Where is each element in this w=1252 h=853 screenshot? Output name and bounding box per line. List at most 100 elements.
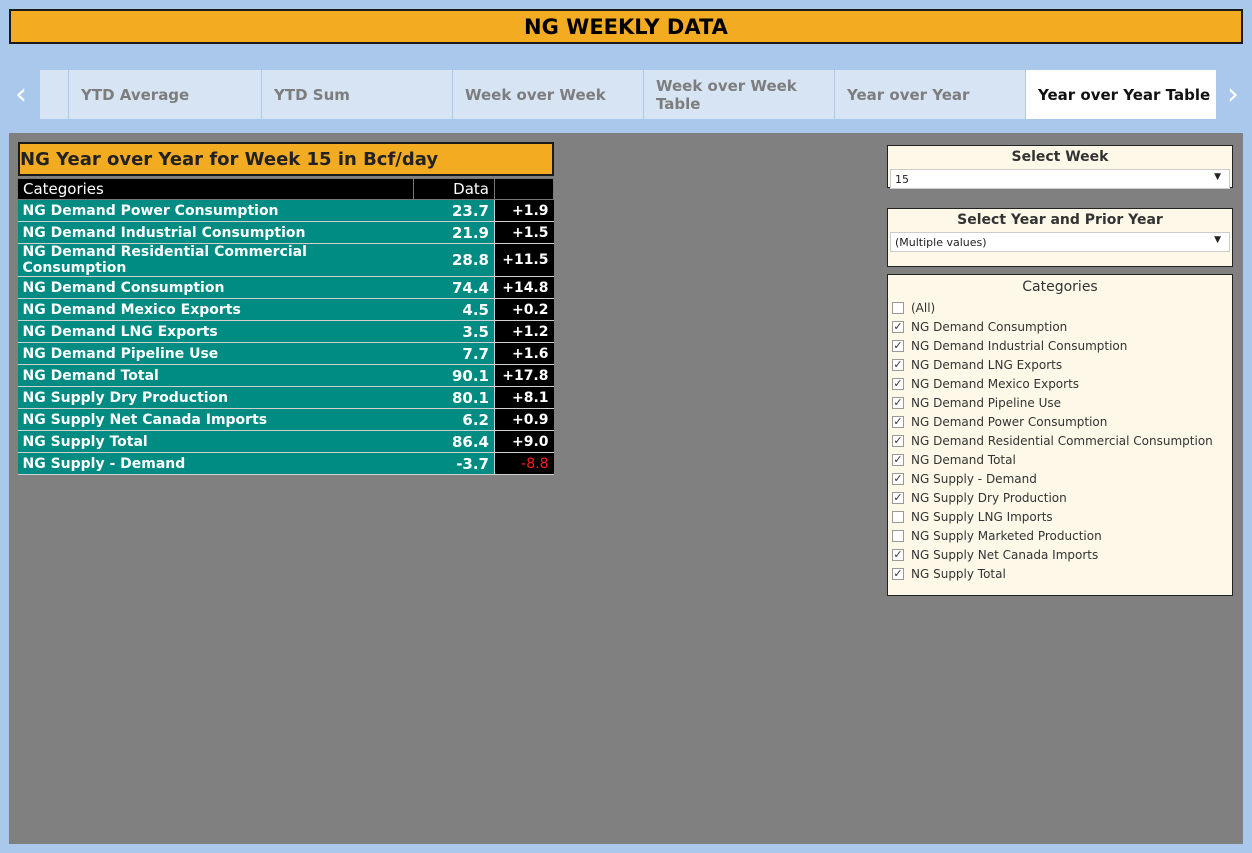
row-category[interactable]: NG Supply Dry Production [17, 386, 414, 409]
checkbox-checked-icon[interactable]: ✓ [892, 358, 904, 371]
dropdown-arrow-icon: ▼ [1214, 172, 1221, 182]
category-checkbox-item[interactable]: ✓ NG Demand LNG Exports [888, 355, 1232, 374]
row-category[interactable]: NG Demand Total [17, 364, 414, 387]
tab-label: YTD Sum [274, 85, 350, 104]
tab-blank[interactable] [40, 70, 68, 119]
row-category[interactable]: NG Demand Residential Commercial Consump… [17, 243, 414, 277]
table-row: NG Demand Power Consumption 23.7 +1.9 [17, 199, 554, 222]
row-change[interactable]: +1.5 [494, 221, 554, 244]
row-category[interactable]: NG Supply - Demand [17, 452, 414, 475]
category-checkbox-item[interactable]: ✓ NG Demand Power Consumption [888, 412, 1232, 431]
table-row: NG Demand LNG Exports 3.5 +1.2 [17, 320, 554, 343]
row-value[interactable]: -3.7 [413, 452, 495, 475]
category-checkbox-item[interactable]: ✓ NG Demand Residential Commercial Consum… [888, 431, 1232, 450]
checkbox-unchecked-icon[interactable] [892, 529, 904, 542]
tab-week-over-week-table[interactable]: Week over Week Table [644, 70, 834, 119]
row-value[interactable]: 3.5 [413, 320, 495, 343]
select-year-title: Select Year and Prior Year [957, 212, 1163, 228]
row-change[interactable]: +17.8 [494, 364, 554, 387]
row-value[interactable]: 7.7 [413, 342, 495, 365]
row-category[interactable]: NG Demand Industrial Consumption [17, 221, 414, 244]
tab-label: Year over Year [847, 85, 970, 104]
table-title-text: NG Year over Year for Week 15 in Bcf/day [20, 148, 439, 170]
dashboard-canvas: NG Year over Year for Week 15 in Bcf/day… [9, 133, 1243, 844]
categories-checkbox-list: (All) ✓ NG Demand Consumption ✓ NG Demand In… [888, 298, 1232, 583]
category-checkbox-item[interactable]: ✓ NG Supply - Demand [888, 469, 1232, 488]
row-category[interactable]: NG Demand Mexico Exports [17, 298, 414, 321]
tab-bar: ‹ YTD Average YTD Sum Week over Week Wee… [0, 70, 1252, 120]
tab-scroll-left-icon[interactable]: ‹ [6, 70, 36, 120]
category-checkbox-item[interactable]: ✓ NG Supply Net Canada Imports [888, 545, 1232, 564]
row-change[interactable]: +8.1 [494, 386, 554, 409]
row-value[interactable]: 80.1 [413, 386, 495, 409]
category-checkbox-item[interactable]: (All) [888, 298, 1232, 317]
select-year-value: (Multiple values) [895, 235, 987, 249]
select-week-dropdown[interactable]: 15 ▼ [890, 169, 1230, 189]
category-checkbox-label: (All) [911, 300, 936, 315]
row-category[interactable]: NG Demand Power Consumption [17, 199, 414, 222]
category-checkbox-item[interactable]: ✓ NG Demand Total [888, 450, 1232, 469]
checkbox-checked-icon[interactable]: ✓ [892, 339, 904, 352]
checkbox-checked-icon[interactable]: ✓ [892, 567, 904, 580]
category-checkbox-item[interactable]: NG Supply Marketed Production [888, 526, 1232, 545]
row-value[interactable]: 90.1 [413, 364, 495, 387]
dropdown-arrow-icon: ▼ [1214, 235, 1221, 245]
checkbox-checked-icon[interactable]: ✓ [892, 434, 904, 447]
tab-year-over-year-table[interactable]: Year over Year Table [1026, 70, 1216, 119]
checkbox-checked-icon[interactable]: ✓ [892, 415, 904, 428]
category-checkbox-item[interactable]: ✓ NG Demand Pipeline Use [888, 393, 1232, 412]
tab-scroll-right-icon[interactable]: › [1218, 70, 1248, 120]
row-value[interactable]: 21.9 [413, 221, 495, 244]
dashboard-title: NG WEEKLY DATA [524, 14, 728, 39]
row-value[interactable]: 4.5 [413, 298, 495, 321]
select-year-dropdown[interactable]: (Multiple values) ▼ [890, 232, 1230, 252]
row-value[interactable]: 23.7 [413, 199, 495, 222]
checkbox-unchecked-icon[interactable] [892, 301, 904, 314]
row-change[interactable]: +11.5 [494, 243, 554, 277]
checkbox-checked-icon[interactable]: ✓ [892, 396, 904, 409]
category-checkbox-item[interactable]: ✓ NG Demand Mexico Exports [888, 374, 1232, 393]
checkbox-checked-icon[interactable]: ✓ [892, 472, 904, 485]
checkbox-checked-icon[interactable]: ✓ [892, 320, 904, 333]
table-header-row: Categories Data [17, 178, 554, 200]
column-header-categories[interactable]: Categories [17, 178, 414, 200]
row-change[interactable]: +1.6 [494, 342, 554, 365]
row-category[interactable]: NG Demand LNG Exports [17, 320, 414, 343]
category-checkbox-item[interactable]: NG Supply LNG Imports [888, 507, 1232, 526]
row-change[interactable]: +1.2 [494, 320, 554, 343]
checkbox-checked-icon[interactable]: ✓ [892, 491, 904, 504]
column-header-data[interactable]: Data [413, 178, 495, 200]
category-checkbox-item[interactable]: ✓ NG Supply Total [888, 564, 1232, 583]
tab-ytd-sum[interactable]: YTD Sum [262, 70, 452, 119]
checkbox-checked-icon[interactable]: ✓ [892, 548, 904, 561]
checkbox-checked-icon[interactable]: ✓ [892, 453, 904, 466]
row-change[interactable]: +14.8 [494, 276, 554, 299]
table-row: NG Supply Total 86.4 +9.0 [17, 430, 554, 453]
row-value[interactable]: 6.2 [413, 408, 495, 431]
table-row: NG Supply Net Canada Imports 6.2 +0.9 [17, 408, 554, 431]
row-change[interactable]: -8.8 [494, 452, 554, 475]
checkbox-checked-icon[interactable]: ✓ [892, 377, 904, 390]
tab-week-over-week[interactable]: Week over Week [453, 70, 643, 119]
category-checkbox-item[interactable]: ✓ NG Supply Dry Production [888, 488, 1232, 507]
tab-ytd-average[interactable]: YTD Average [69, 70, 261, 119]
row-change[interactable]: +0.9 [494, 408, 554, 431]
category-checkbox-item[interactable]: ✓ NG Demand Industrial Consumption [888, 336, 1232, 355]
row-category[interactable]: NG Supply Net Canada Imports [17, 408, 414, 431]
category-checkbox-label: NG Supply Marketed Production [911, 528, 1102, 543]
checkbox-unchecked-icon[interactable] [892, 510, 904, 523]
row-change[interactable]: +0.2 [494, 298, 554, 321]
tab-year-over-year[interactable]: Year over Year [835, 70, 1025, 119]
row-value[interactable]: 28.8 [413, 243, 495, 277]
row-change[interactable]: +1.9 [494, 199, 554, 222]
row-value[interactable]: 86.4 [413, 430, 495, 453]
table-row: NG Demand Residential Commercial Consump… [17, 243, 554, 277]
category-checkbox-item[interactable]: ✓ NG Demand Consumption [888, 317, 1232, 336]
table-row: NG Demand Industrial Consumption 21.9 +1.5 [17, 221, 554, 244]
row-category[interactable]: NG Supply Total [17, 430, 414, 453]
row-change[interactable]: +9.0 [494, 430, 554, 453]
category-checkbox-label: NG Demand LNG Exports [911, 357, 1063, 372]
row-value[interactable]: 74.4 [413, 276, 495, 299]
row-category[interactable]: NG Demand Consumption [17, 276, 414, 299]
row-category[interactable]: NG Demand Pipeline Use [17, 342, 414, 365]
